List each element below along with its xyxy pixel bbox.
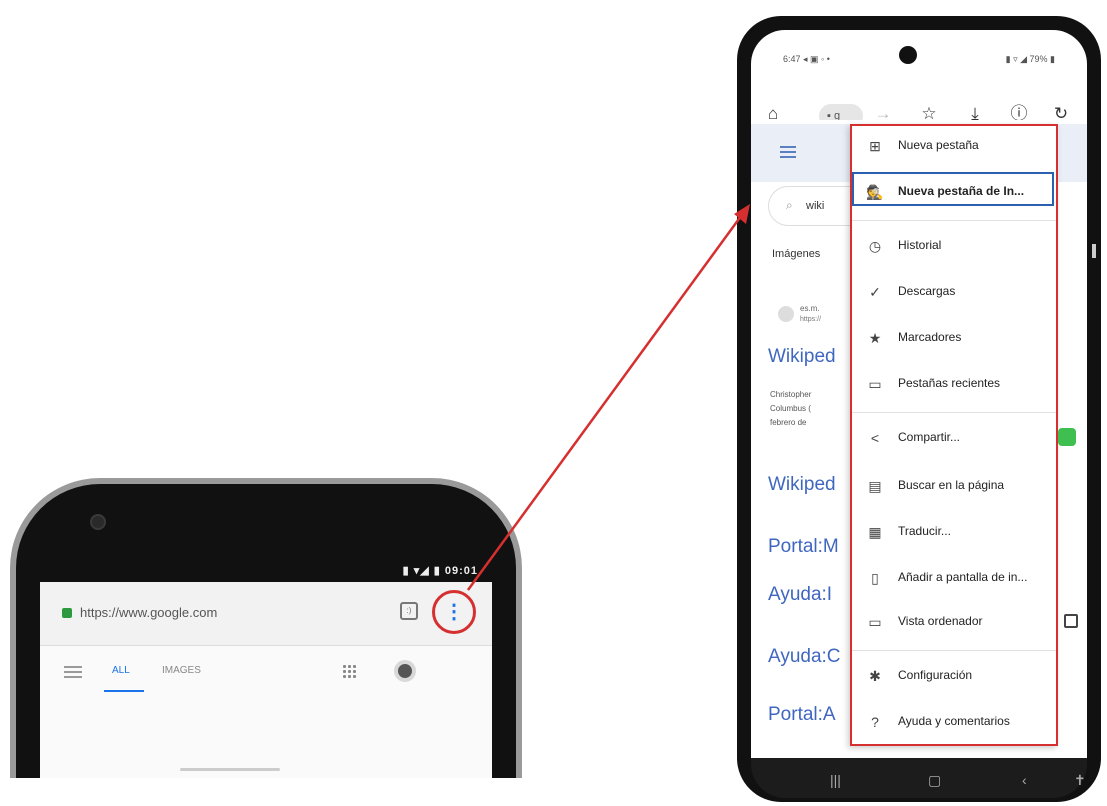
tab-images[interactable]: IMAGES bbox=[162, 665, 201, 676]
lock-icon bbox=[62, 608, 72, 618]
left-phone: ▮ ▾◢ ▮ 09:01 https://www.google.com :) ⋮… bbox=[10, 478, 522, 778]
status-bar-left: 6:47 ◂ ▣ ◦ • bbox=[783, 54, 830, 64]
screenshot-stage: ▮ ▾◢ ▮ 09:01 https://www.google.com :) ⋮… bbox=[0, 0, 1107, 806]
status-bar: ▮ ▾◢ ▮ 09:01 bbox=[402, 565, 478, 577]
tab-switcher-button[interactable]: :) bbox=[400, 602, 418, 620]
avatar[interactable] bbox=[394, 660, 416, 682]
system-nav-bar bbox=[751, 758, 1087, 798]
status-bar-right: ▮ ▿ ◢ 79% ▮ bbox=[1005, 54, 1055, 64]
tab-underline bbox=[104, 690, 144, 692]
back-icon[interactable]: ‹ bbox=[1022, 772, 1027, 788]
result-link[interactable]: Wikiped bbox=[768, 474, 836, 496]
desktop-site-checkbox[interactable] bbox=[1064, 614, 1078, 628]
result-url: https:// bbox=[800, 316, 822, 323]
result-site: es.m. bbox=[800, 304, 820, 313]
result-link[interactable]: Portal:M bbox=[768, 536, 839, 558]
front-camera bbox=[90, 514, 106, 530]
result-link[interactable]: Portal:A bbox=[768, 704, 836, 726]
accessibility-icon[interactable]: ✝ bbox=[1074, 772, 1086, 789]
tab-all[interactable]: ALL bbox=[112, 665, 130, 676]
front-camera bbox=[899, 46, 917, 64]
home-button-icon[interactable]: ▢ bbox=[928, 772, 941, 789]
search-query[interactable]: wiki bbox=[806, 200, 824, 212]
result-snippet: Christopher bbox=[770, 390, 812, 399]
recents-icon[interactable]: ||| bbox=[830, 772, 841, 788]
result-link[interactable]: Ayuda:I bbox=[768, 584, 832, 606]
browser-screen: https://www.google.com :) ⋮ ALL IMAGES bbox=[40, 582, 492, 778]
menu-highlight-box bbox=[850, 124, 1058, 746]
site-favicon bbox=[778, 306, 794, 322]
content-placeholder bbox=[180, 768, 280, 771]
result-snippet: febrero de bbox=[770, 418, 807, 427]
incognito-highlight-box bbox=[852, 172, 1054, 206]
search-icon: ⌕ bbox=[786, 198, 793, 212]
share-app-icon bbox=[1058, 428, 1076, 446]
scroll-hint bbox=[1092, 244, 1096, 258]
address-bar[interactable]: https://www.google.com :) ⋮ bbox=[40, 582, 492, 646]
result-link[interactable]: Wikiped bbox=[768, 346, 836, 368]
apps-grid-icon[interactable] bbox=[342, 664, 356, 678]
google-nav: ALL IMAGES bbox=[40, 646, 492, 696]
menu-icon[interactable] bbox=[780, 146, 796, 158]
hamburger-icon[interactable] bbox=[64, 666, 82, 678]
result-snippet: Columbus ( bbox=[770, 404, 811, 413]
url-text[interactable]: https://www.google.com bbox=[80, 605, 217, 620]
highlight-circle bbox=[432, 590, 476, 634]
result-link[interactable]: Ayuda:C bbox=[768, 646, 841, 668]
images-tab[interactable]: Imágenes bbox=[772, 248, 820, 260]
